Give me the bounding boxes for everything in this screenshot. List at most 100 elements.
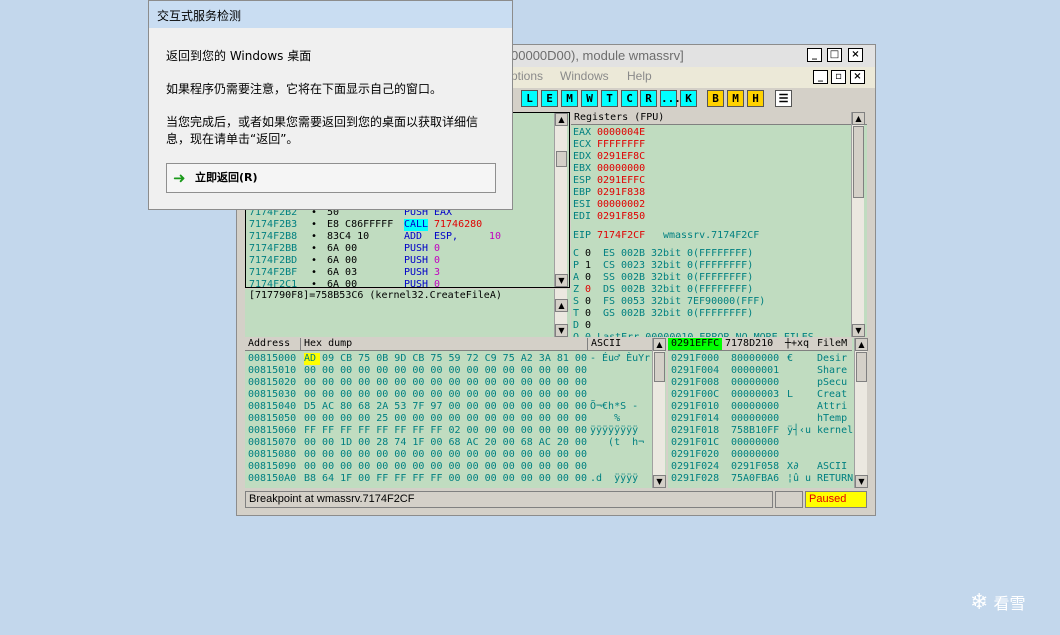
dump-hex[interactable]: 00 00 00 00 00 00 00 00 00 00 00 00 00 0… — [304, 377, 587, 389]
dump-address[interactable]: 008150A0 — [248, 473, 296, 485]
scroll-up-icon[interactable]: ▲ — [555, 299, 568, 312]
dump-hex[interactable]: AD 09 CB 75 0B 9D CB 75 59 72 C9 75 A2 3… — [304, 353, 587, 365]
return-now-button[interactable]: ➜ 立即返回(R) — [166, 163, 496, 193]
dump-ascii[interactable]: (t h¬ — [590, 437, 644, 449]
dump-hex[interactable]: D5 AC 80 68 2A 53 7F 97 00 00 00 00 00 0… — [304, 401, 587, 413]
dump-address[interactable]: 00815000 — [248, 353, 296, 365]
scroll-down-icon[interactable]: ▼ — [653, 475, 666, 488]
stack-value[interactable]: 00000001 — [731, 365, 779, 377]
menu-windows[interactable]: Windows — [560, 69, 609, 83]
toolbar-runtrace-button[interactable]: ... — [660, 90, 681, 107]
flag-value[interactable]: 1 — [585, 260, 591, 272]
dump-address[interactable]: 00815030 — [248, 389, 296, 401]
disasm-row[interactable]: 7174F2BB • 6A 00 PUSH 0 — [249, 243, 554, 255]
scroll-down-icon[interactable]: ▼ — [555, 324, 568, 337]
stack-address[interactable]: 0291F01C — [671, 437, 719, 449]
dump-hex[interactable]: B8 64 1F 00 FF FF FF FF 00 00 00 00 00 0… — [304, 473, 587, 485]
scroll-up-icon[interactable]: ▲ — [852, 112, 865, 125]
dump-address[interactable]: 00815020 — [248, 377, 296, 389]
menu-help[interactable]: Help — [627, 69, 652, 83]
disasm-row[interactable]: 7174F2BD • 6A 00 PUSH 0 — [249, 255, 554, 267]
dump-address[interactable]: 00815050 — [248, 413, 296, 425]
dump-address[interactable]: 00815060 — [248, 425, 296, 437]
menu-options[interactable]: ptions — [511, 69, 543, 83]
dump-address[interactable]: 00815010 — [248, 365, 296, 377]
toolbar-threads-button[interactable]: T — [601, 90, 618, 107]
toolbar-windows-button[interactable]: W — [581, 90, 598, 107]
dump-ascii[interactable]: % — [590, 413, 620, 425]
toolbar-log-button[interactable]: L — [521, 90, 538, 107]
stack-address[interactable]: 0291F008 — [671, 377, 719, 389]
scroll-up-icon[interactable]: ▲ — [855, 338, 868, 351]
maximize-button[interactable]: □ — [827, 48, 842, 62]
stack-pane[interactable]: 0291EFFC 7178D210 ┼+xq FileM 0291F000 800… — [668, 338, 867, 488]
info-scrollbar[interactable]: ▲ ▼ — [554, 289, 568, 337]
stack-scrollbar[interactable]: ▲ ▼ — [854, 338, 868, 488]
scroll-thumb[interactable] — [856, 352, 867, 382]
scroll-up-icon[interactable]: ▲ — [555, 113, 568, 126]
dump-address[interactable]: 00815070 — [248, 437, 296, 449]
stack-value[interactable]: 758B10FF — [731, 425, 779, 437]
disasm-row[interactable]: 7174F2B3 • E8 C86FFFFF CALL 71746280 — [249, 219, 554, 231]
scroll-down-icon[interactable]: ▼ — [855, 475, 868, 488]
stack-address[interactable]: 0291F010 — [671, 401, 719, 413]
dump-ascii[interactable]: Õ¬€h*S - — [590, 401, 638, 413]
registers-scrollbar[interactable]: ▲ ▼ — [851, 112, 865, 337]
dump-address[interactable]: 00815090 — [248, 461, 296, 473]
toolbar-memory-button[interactable]: M — [561, 90, 578, 107]
flag-value[interactable]: 0 — [585, 320, 591, 332]
toolbar-list-icon[interactable]: ☰ — [775, 90, 792, 107]
flag-value[interactable]: 0 — [585, 272, 591, 284]
registers-pane[interactable]: Registers (FPU) EAX 0000004E ECX FFFFFFFF ED… — [571, 112, 867, 337]
stack-value[interactable]: 00000000 — [731, 449, 779, 461]
stack-address[interactable]: 0291F020 — [671, 449, 719, 461]
stack-value[interactable]: 0291F058 — [731, 461, 779, 473]
flag-value[interactable]: 0 — [585, 308, 591, 320]
stack-value[interactable]: 75A0FBA6 — [731, 473, 779, 485]
mdi-close-button[interactable]: × — [850, 70, 865, 84]
disasm-row[interactable]: 7174F2B8 • 83C4 10 ADD ESP, 10 — [249, 231, 554, 243]
stack-value[interactable]: 80000000 — [731, 353, 779, 365]
flag-value[interactable]: 0 — [585, 284, 591, 296]
mdi-minimize-button[interactable]: _ — [813, 70, 828, 84]
scroll-down-icon[interactable]: ▼ — [852, 324, 865, 337]
mdi-restore-button[interactable]: ▫ — [831, 70, 846, 84]
stack-address[interactable]: 0291F018 — [671, 425, 719, 437]
close-button[interactable]: × — [848, 48, 863, 62]
toolbar-cpu-button[interactable]: C — [621, 90, 638, 107]
stack-address[interactable]: 0291F028 — [671, 473, 719, 485]
stack-value[interactable]: 00000000 — [731, 401, 779, 413]
stack-address[interactable]: 0291F000 — [671, 353, 719, 365]
toolbar-breakpoints-button[interactable]: B — [707, 90, 724, 107]
toolbar-membreak-button[interactable]: M — [727, 90, 744, 107]
flag-value[interactable]: 0 — [585, 248, 591, 260]
minimize-button[interactable]: _ — [807, 48, 822, 62]
stack-address[interactable]: 0291F014 — [671, 413, 719, 425]
scroll-thumb[interactable] — [654, 352, 665, 382]
dump-scrollbar[interactable]: ▲ ▼ — [652, 338, 666, 488]
dump-hex[interactable]: 00 00 00 00 25 00 00 00 00 00 00 00 00 0… — [304, 413, 587, 425]
scroll-down-icon[interactable]: ▼ — [555, 274, 568, 287]
dump-address[interactable]: 00815080 — [248, 449, 296, 461]
scroll-thumb[interactable] — [853, 126, 864, 198]
dump-address[interactable]: 00815040 — [248, 401, 296, 413]
scroll-thumb[interactable] — [556, 151, 567, 167]
toolbar-hwbreak-button[interactable]: H — [747, 90, 764, 107]
toolbar-references-button[interactable]: R — [640, 90, 657, 107]
disasm-row[interactable]: 7174F2BF • 6A 03 PUSH 3 — [249, 267, 554, 279]
dump-hex[interactable]: 00 00 00 00 00 00 00 00 00 00 00 00 00 0… — [304, 389, 587, 401]
stack-value[interactable]: 00000000 — [731, 437, 779, 449]
disassembly-scrollbar[interactable]: ▲ ▼ — [554, 113, 568, 287]
dump-pane[interactable]: Address Hex dump ASCII 00815000 AD 09 CB … — [245, 338, 666, 488]
toolbar-modules-button[interactable]: E — [541, 90, 558, 107]
dump-ascii[interactable]: ÿÿÿÿÿÿÿÿ — [590, 425, 638, 437]
dump-hex[interactable]: FF FF FF FF FF FF FF FF 02 00 00 00 00 0… — [304, 425, 587, 437]
scroll-up-icon[interactable]: ▲ — [653, 338, 666, 351]
stack-address[interactable]: 0291F004 — [671, 365, 719, 377]
dump-hex[interactable]: 00 00 00 00 00 00 00 00 00 00 00 00 00 0… — [304, 365, 587, 377]
stack-address[interactable]: 0291F024 — [671, 461, 719, 473]
dump-ascii[interactable]: .d ÿÿÿÿ — [590, 473, 638, 485]
stack-address[interactable]: 0291F00C — [671, 389, 719, 401]
dump-hex[interactable]: 00 00 00 00 00 00 00 00 00 00 00 00 00 0… — [304, 461, 587, 473]
toolbar-callstack-button[interactable]: K — [680, 90, 697, 107]
